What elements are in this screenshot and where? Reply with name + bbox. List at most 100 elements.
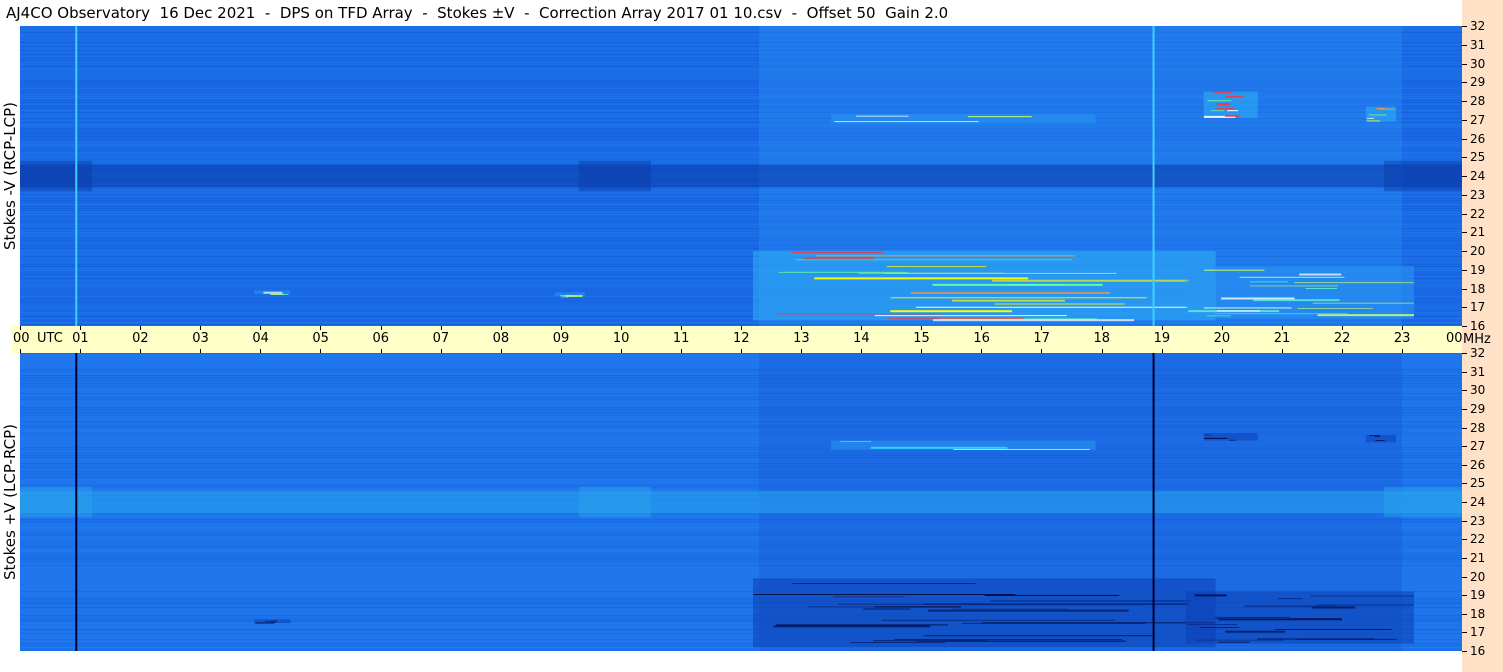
time-tick-label: 00 xyxy=(13,331,30,346)
band-24mhz-blob xyxy=(578,160,651,192)
time-tick-label: 00 xyxy=(1446,331,1463,346)
burst-streak xyxy=(753,594,1016,596)
burst-streak xyxy=(840,440,872,442)
burst-streak xyxy=(773,625,930,628)
burst-streak xyxy=(883,272,1117,274)
freq-tick-label: 16 xyxy=(1470,319,1486,333)
burst-streak xyxy=(881,619,1115,621)
freq-tick-mark xyxy=(1462,371,1467,373)
bottom-panel-ylabel: Stokes +V (LCP-RCP) xyxy=(1,424,19,580)
burst-streak xyxy=(1283,618,1341,620)
band-24mhz xyxy=(20,164,1462,188)
time-tick-mark xyxy=(1041,349,1043,353)
freq-tick-label: 23 xyxy=(1470,513,1486,528)
burst-streak xyxy=(863,608,911,610)
burst-streak xyxy=(927,609,1129,612)
burst-streak xyxy=(795,259,1072,261)
burst-streak xyxy=(1224,114,1240,117)
freq-tick-label: 28 xyxy=(1470,420,1486,435)
burst-streak xyxy=(1210,110,1224,112)
freq-tick-label: 31 xyxy=(1470,37,1486,52)
burst-streak xyxy=(1300,299,1341,301)
time-tick-label: 11 xyxy=(672,331,690,346)
time-tick-label: 07 xyxy=(432,331,450,346)
burst-streak xyxy=(1229,439,1236,441)
freq-tick-label: 31 xyxy=(1470,364,1486,379)
freq-tick-label: 29 xyxy=(1470,401,1486,416)
burst-streak xyxy=(915,306,1189,308)
burst-streak xyxy=(792,583,976,585)
freq-tick-mark xyxy=(1462,595,1467,597)
freq-tick-mark xyxy=(1462,502,1467,503)
burst-region xyxy=(1203,91,1258,118)
time-tick-mark xyxy=(981,349,983,353)
freq-tick-label: 21 xyxy=(1470,550,1486,565)
burst-streak xyxy=(270,293,284,295)
burst-streak xyxy=(923,635,1153,637)
freq-tick-mark xyxy=(1462,213,1467,215)
burst-streak xyxy=(992,279,1190,282)
burst-streak xyxy=(1207,315,1231,317)
burst-streak xyxy=(1217,103,1230,106)
time-tick-label: 12 xyxy=(733,331,750,346)
burst-streak xyxy=(967,116,1032,118)
burst-streak xyxy=(1367,117,1375,119)
freq-tick-mark xyxy=(1462,651,1467,652)
freq-tick-mark xyxy=(1462,269,1467,271)
freq-tick-label: 20 xyxy=(1470,244,1486,258)
freq-tick-label: 26 xyxy=(1470,131,1486,146)
burst-streak xyxy=(790,251,884,253)
time-tick-label: 14 xyxy=(853,331,870,346)
burst-streak xyxy=(1225,630,1285,633)
burst-streak xyxy=(932,319,1135,322)
freq-tick-mark xyxy=(1462,119,1467,121)
burst-streak xyxy=(888,317,1025,319)
freq-tick-label: 16 xyxy=(1470,644,1486,658)
freq-tick-mark xyxy=(1462,194,1467,196)
time-tick-mark xyxy=(440,349,442,353)
freq-tick-mark xyxy=(1462,483,1467,485)
burst-streak xyxy=(833,596,905,598)
time-tick-label: 17 xyxy=(1033,331,1050,346)
chart-title: AJ4CO Observatory 16 Dec 2021 - DPS on T… xyxy=(6,4,949,22)
time-tick-mark xyxy=(140,349,142,353)
burst-streak xyxy=(1294,282,1414,284)
time-unit-label: UTC xyxy=(37,331,63,346)
burst-streak xyxy=(873,640,987,642)
burst-region xyxy=(753,578,1216,648)
time-tick-mark xyxy=(1161,349,1163,353)
freq-tick-mark xyxy=(1462,157,1467,159)
burst-streak xyxy=(271,620,278,623)
burst-streak xyxy=(870,446,1008,449)
time-tick-mark xyxy=(380,349,382,353)
burst-streak xyxy=(952,299,1065,302)
freq-tick-mark xyxy=(1462,326,1467,327)
burst-streak xyxy=(1217,641,1250,643)
time-tick-mark xyxy=(921,349,923,353)
time-tick-mark xyxy=(500,349,502,353)
top-panel-ylabel: Stokes -V (RCP-LCP) xyxy=(1,102,19,250)
freq-tick-mark xyxy=(1462,251,1467,252)
burst-streak xyxy=(981,622,1216,624)
freq-tick-mark xyxy=(1462,353,1467,354)
time-tick-label: 04 xyxy=(252,331,269,346)
burst-streak xyxy=(1369,435,1380,437)
spectrogram-bottom-svg xyxy=(20,353,1462,651)
band-24mhz-blob xyxy=(20,486,93,518)
freq-tick-label: 32 xyxy=(1470,19,1486,33)
burst-streak xyxy=(803,257,875,260)
time-tick-mark xyxy=(1401,349,1403,353)
burst-streak xyxy=(1310,595,1414,597)
burst-streak xyxy=(1200,627,1240,629)
time-tick-mark xyxy=(741,349,742,353)
burst-streak xyxy=(1305,287,1337,289)
freq-tick-label: 19 xyxy=(1470,262,1486,277)
burst-streak xyxy=(1215,616,1291,619)
marker-line xyxy=(75,353,78,651)
freq-tick-mark xyxy=(1462,138,1467,140)
burst-streak xyxy=(984,594,1120,596)
burst-streak xyxy=(1196,639,1284,641)
burst-streak xyxy=(890,297,1147,299)
burst-region xyxy=(831,114,1096,124)
band-24mhz-blob xyxy=(578,486,651,518)
